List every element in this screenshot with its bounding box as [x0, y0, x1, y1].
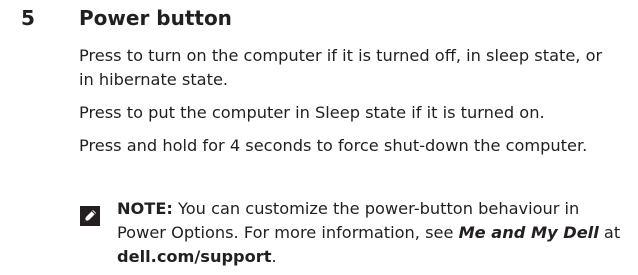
note-end: . — [271, 247, 277, 266]
paragraph-force-shutdown: Press and hold for 4 seconds to force sh… — [79, 136, 588, 155]
note-label: NOTE: — [117, 199, 173, 218]
paragraph-sleep: Press to put the computer in Sleep state… — [79, 103, 545, 122]
note-text: NOTE: You can customize the power-button… — [117, 197, 627, 269]
pencil-note-icon — [80, 206, 100, 226]
item-title: Power button — [79, 6, 232, 30]
note-doc-title: Me and My Dell — [458, 223, 599, 242]
support-link[interactable]: dell.com/support — [117, 247, 272, 266]
item-number: 5 — [21, 6, 35, 30]
note-body-2: at — [598, 223, 621, 242]
paragraph-turn-on: Press to turn on the computer if it is t… — [79, 46, 603, 89]
